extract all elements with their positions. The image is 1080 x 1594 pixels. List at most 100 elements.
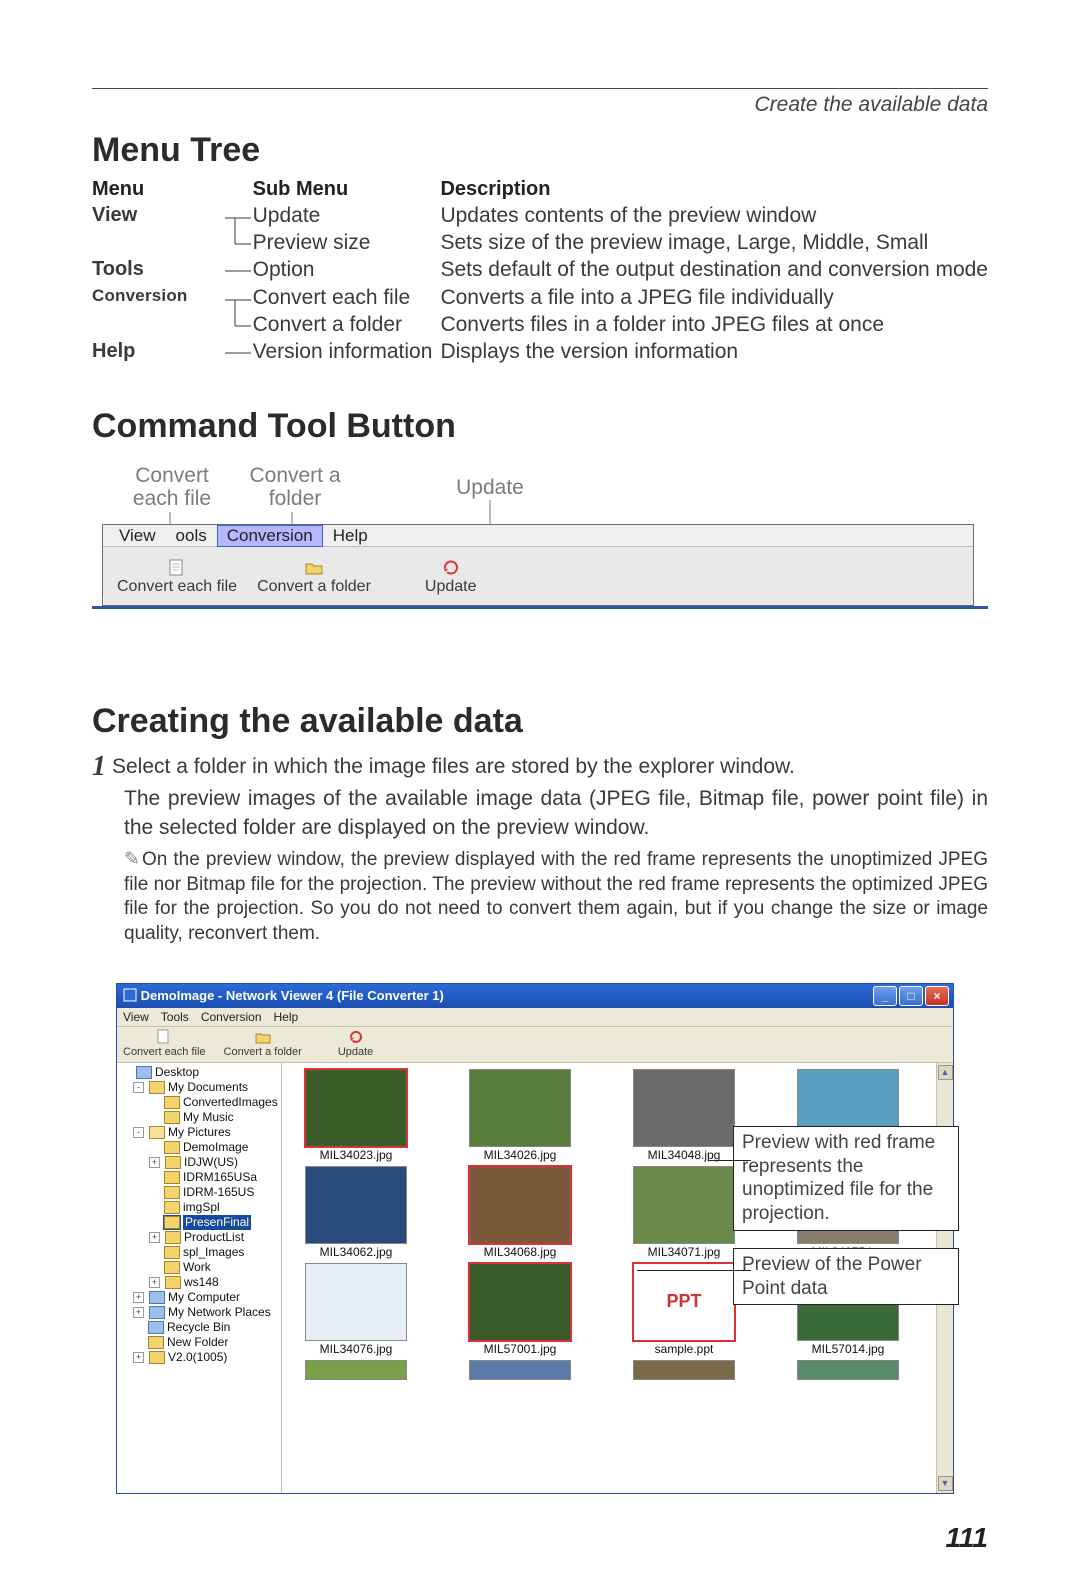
scroll-down-button[interactable]: ▼: [938, 1476, 953, 1491]
folder-icon: [164, 1261, 180, 1274]
callout-ppt: Preview of the Power Point data: [733, 1248, 959, 1306]
minimize-button[interactable]: _: [873, 986, 897, 1006]
folder-icon: [164, 1096, 180, 1109]
update-button[interactable]: Update: [338, 1029, 373, 1058]
folder-tree[interactable]: Desktop-My DocumentsConvertedImagesMy Mu…: [117, 1063, 282, 1493]
thumbnail[interactable]: [456, 1360, 584, 1381]
callout-line: [709, 1160, 751, 1161]
tree-item[interactable]: +IDJW(US): [149, 1155, 281, 1170]
convert-each-button[interactable]: Convert each file: [123, 1029, 206, 1058]
tree-item[interactable]: PresenFinal: [149, 1215, 281, 1230]
menu-view[interactable]: View: [123, 1010, 149, 1024]
tree-item[interactable]: DemoImage: [149, 1140, 281, 1155]
pencil-icon: ✎: [124, 848, 142, 873]
app-menubar: View ools Conversion Help: [103, 525, 973, 547]
menu-help[interactable]: Help: [274, 1010, 299, 1024]
callout-red-frame: Preview with red frame represents the un…: [733, 1126, 959, 1231]
thumbnail-caption: MIL34026.jpg: [456, 1148, 584, 1162]
convert-each-button[interactable]: Convert each file: [113, 556, 241, 597]
tree-item[interactable]: IDRM165USa: [149, 1170, 281, 1185]
tree-item-label: My Computer: [168, 1290, 240, 1305]
tree-item[interactable]: +V2.0(1005): [133, 1350, 281, 1365]
tree-item[interactable]: -My Documents: [133, 1080, 281, 1095]
thumbnail[interactable]: [784, 1360, 912, 1381]
convert-folder-button[interactable]: Convert a folder: [253, 556, 375, 597]
thumbnail-caption: MIL34071.jpg: [620, 1245, 748, 1259]
tree-item[interactable]: + ProductList: [149, 1230, 281, 1245]
menu-view[interactable]: View: [109, 525, 166, 547]
tree-item[interactable]: New Folder: [133, 1335, 281, 1350]
thumbnail[interactable]: MIL57001.jpg: [456, 1263, 584, 1356]
system-folder-icon: [136, 1066, 152, 1079]
menu-tools[interactable]: ools: [166, 525, 217, 547]
expand-icon[interactable]: -: [133, 1082, 144, 1093]
thumbnail[interactable]: PPTsample.ppt: [620, 1263, 748, 1356]
thumbnail[interactable]: MIL34048.jpg: [620, 1069, 748, 1162]
folder-icon: [164, 1141, 180, 1154]
tree-item[interactable]: Work: [149, 1260, 281, 1275]
thumbnail-image: [305, 1166, 407, 1244]
tree-item[interactable]: ConvertedImages: [149, 1095, 281, 1110]
update-button[interactable]: Update: [421, 556, 481, 597]
convert-folder-button[interactable]: Convert a folder: [224, 1029, 302, 1058]
scroll-up-button[interactable]: ▲: [938, 1065, 953, 1080]
expand-icon[interactable]: +: [149, 1277, 160, 1288]
thumbnail-image: [305, 1069, 407, 1147]
maximize-button[interactable]: □: [899, 986, 923, 1006]
desc-option: Sets default of the output destination a…: [440, 257, 988, 285]
command-tool-figure: Convert each file Convert a folder Updat…: [92, 464, 988, 640]
thumbnail[interactable]: MIL34071.jpg: [620, 1166, 748, 1259]
document-icon: [167, 558, 187, 578]
menu-conversion[interactable]: Conversion: [201, 1010, 262, 1024]
tree-item[interactable]: My Music: [149, 1110, 281, 1125]
expand-icon[interactable]: +: [149, 1157, 160, 1168]
folder-icon: [165, 1156, 181, 1169]
tree-item-label: IDRM-165US: [183, 1185, 254, 1200]
thumbnail[interactable]: MIL34068.jpg: [456, 1166, 584, 1259]
thumbnail[interactable]: [292, 1360, 420, 1381]
thumbnail-image: [469, 1360, 571, 1380]
tree-item-label: imgSpl: [183, 1200, 220, 1215]
desc-version-info: Displays the version information: [440, 339, 988, 367]
tree-item[interactable]: Desktop: [121, 1065, 281, 1080]
col-description: Description: [440, 176, 988, 203]
tree-item-label: New Folder: [167, 1335, 228, 1350]
heading-menu-tree: Menu Tree: [92, 131, 988, 170]
ppt-thumbnail-image: PPT: [633, 1263, 735, 1341]
app-menubar: View Tools Conversion Help: [117, 1008, 953, 1027]
tree-item[interactable]: +My Network Places: [133, 1305, 281, 1320]
folder-icon: [164, 1111, 180, 1124]
thumbnail[interactable]: MIL34062.jpg: [292, 1166, 420, 1259]
submenu-version-info: Version information: [253, 339, 441, 367]
callout-line: [637, 1270, 751, 1271]
tree-item[interactable]: IDRM-165US: [149, 1185, 281, 1200]
tree-item[interactable]: imgSpl: [149, 1200, 281, 1215]
menu-help[interactable]: Help: [323, 525, 378, 547]
expand-icon[interactable]: +: [133, 1352, 144, 1363]
thumbnail[interactable]: MIL34023.jpg: [292, 1069, 420, 1162]
thumbnail[interactable]: MIL34076.jpg: [292, 1263, 420, 1356]
tree-item[interactable]: spl_Images: [149, 1245, 281, 1260]
menu-tools[interactable]: Tools: [161, 1010, 189, 1024]
app-toolbar: Convert each file Convert a folder Updat…: [117, 1027, 953, 1063]
expand-icon[interactable]: -: [133, 1127, 144, 1138]
expand-icon[interactable]: +: [133, 1292, 144, 1303]
thumbnail[interactable]: MIL34026.jpg: [456, 1069, 584, 1162]
tree-item[interactable]: +ws148: [149, 1275, 281, 1290]
system-folder-icon: [149, 1291, 165, 1304]
close-button[interactable]: ×: [925, 986, 949, 1006]
expand-icon[interactable]: +: [149, 1232, 160, 1243]
menu-tools: Tools: [92, 257, 223, 285]
menu-tree-table: Menu Sub Menu Description View Update Up…: [92, 176, 988, 367]
tree-item[interactable]: Recycle Bin: [133, 1320, 281, 1335]
tree-item-label: My Music: [183, 1110, 234, 1125]
tree-item[interactable]: -My Pictures: [133, 1125, 281, 1140]
tree-item-label: ProductList: [184, 1230, 244, 1245]
expand-icon[interactable]: +: [133, 1307, 144, 1318]
tree-item[interactable]: + My Computer: [133, 1290, 281, 1305]
menu-conversion[interactable]: Conversion: [217, 525, 323, 547]
tree-item-label: Work: [183, 1260, 211, 1275]
app-icon: [123, 988, 137, 1002]
tree-item-label: ConvertedImages: [183, 1095, 278, 1110]
thumbnail[interactable]: [620, 1360, 748, 1381]
